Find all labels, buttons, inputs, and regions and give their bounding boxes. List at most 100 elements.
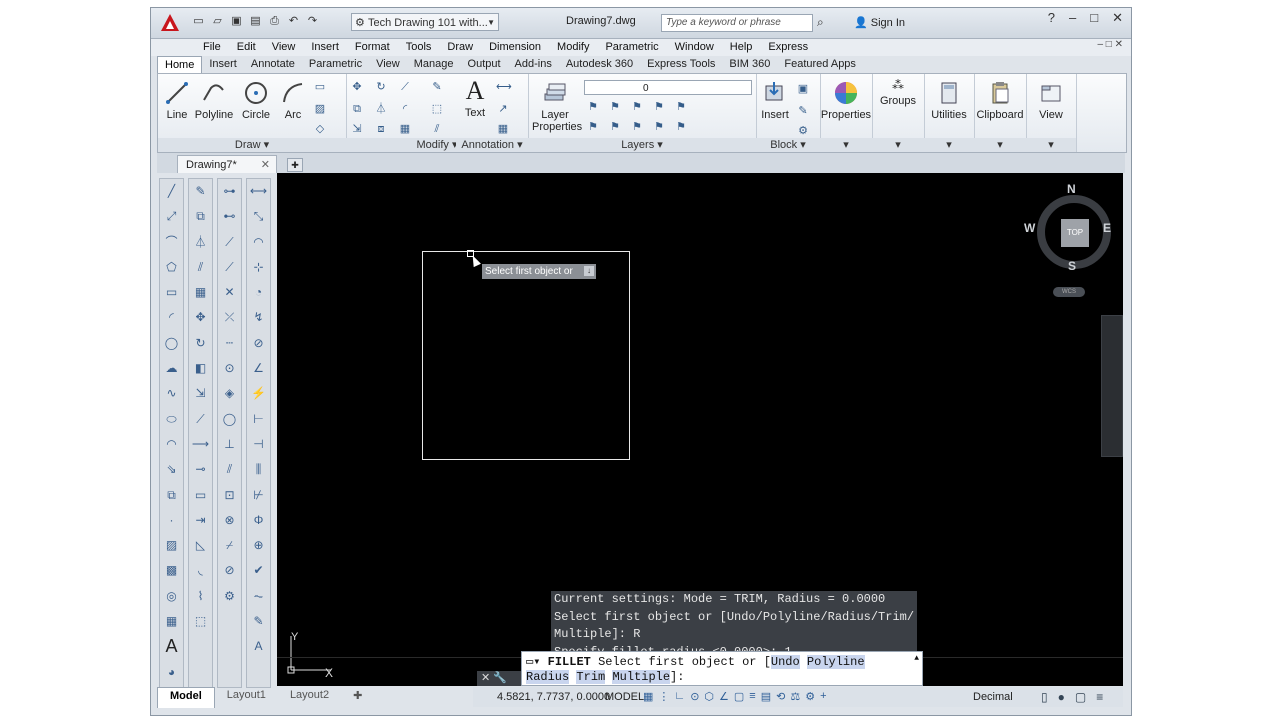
scale-icon[interactable]: ⧈ xyxy=(374,122,388,136)
layers-panel-label[interactable]: Layers ▾ xyxy=(528,138,756,152)
polyline-button[interactable]: Polyline xyxy=(194,80,234,121)
wrench-icon[interactable]: 🔧 xyxy=(493,672,507,684)
lineweight-icon[interactable]: ≡ xyxy=(749,690,755,703)
snap-endpoint-icon[interactable]: ⟋ xyxy=(218,230,241,255)
rectangle-icon[interactable]: ▭ xyxy=(160,280,183,305)
undo-icon[interactable]: ↶ xyxy=(286,14,301,29)
layer-dropdown[interactable]: 0 xyxy=(584,80,752,95)
navigation-bar[interactable] xyxy=(1101,315,1123,457)
block-panel-label[interactable]: Block ▾ xyxy=(756,138,820,152)
inspection-icon[interactable]: ✔ xyxy=(247,558,270,583)
offset-icon[interactable]: ⫽ xyxy=(430,122,444,136)
snap-quadrant-icon[interactable]: ◈ xyxy=(218,381,241,406)
center-mark-icon[interactable]: ⊕ xyxy=(247,533,270,558)
osnap-settings-icon[interactable]: ⚙ xyxy=(218,584,241,609)
jogged-dimension-icon[interactable]: ↯ xyxy=(247,305,270,330)
quick-properties-icon[interactable]: ▯ xyxy=(1041,690,1048,704)
menu-express[interactable]: Express xyxy=(760,39,816,56)
option-trim[interactable]: Trim xyxy=(576,670,606,684)
snap-perpendicular-icon[interactable]: ⊥ xyxy=(218,432,241,457)
tab-view[interactable]: View xyxy=(369,56,407,73)
properties-button[interactable]: Properties xyxy=(820,80,872,121)
ellipse-icon[interactable]: ⬭ xyxy=(160,407,183,432)
units-dropdown[interactable]: Decimal xyxy=(973,691,1013,703)
array-icon[interactable]: ▦ xyxy=(189,280,212,305)
plot-icon[interactable]: ⎙ xyxy=(267,14,282,29)
arc-length-icon[interactable]: ◠ xyxy=(247,230,270,255)
compass-south[interactable]: S xyxy=(1068,259,1076,273)
tolerance-icon[interactable]: Φ xyxy=(247,508,270,533)
polygon-icon[interactable]: ⬠ xyxy=(160,255,183,280)
snap-from-icon[interactable]: ⊷ xyxy=(218,204,241,229)
layer-tool-icon[interactable]: ⚑ xyxy=(586,100,600,114)
clipboard-expander[interactable]: ▾ xyxy=(974,138,1026,152)
tab-add-ins[interactable]: Add-ins xyxy=(508,56,559,73)
text-button[interactable]: A Text xyxy=(460,78,490,120)
tab-parametric[interactable]: Parametric xyxy=(302,56,369,73)
dimension-space-icon[interactable]: ⫼ xyxy=(247,457,270,482)
radius-dimension-icon[interactable]: ◔ xyxy=(247,280,270,305)
snap-insert-icon[interactable]: ⊡ xyxy=(218,483,241,508)
menu-tools[interactable]: Tools xyxy=(398,39,440,56)
option-radius[interactable]: Radius xyxy=(526,670,570,684)
polar-icon[interactable]: ⊙ xyxy=(690,690,699,703)
temporary-track-icon[interactable]: ⊶ xyxy=(218,179,241,204)
layer-tool-icon[interactable]: ⚑ xyxy=(630,100,644,114)
layer-properties-button[interactable]: Layer Properties xyxy=(532,80,582,133)
workspace-dropdown[interactable]: ⚙ Tech Drawing 101 with... ▼ xyxy=(351,13,499,31)
compass-west[interactable]: W xyxy=(1024,221,1035,235)
create-block-icon[interactable]: ▣ xyxy=(796,82,810,96)
layer-tool-icon[interactable]: ⚑ xyxy=(674,120,688,134)
tab-manage[interactable]: Manage xyxy=(407,56,461,73)
insert-block-icon[interactable]: ⇘ xyxy=(160,457,183,482)
angular-dimension-icon[interactable]: ∠ xyxy=(247,356,270,381)
arc-icon[interactable]: ◜ xyxy=(160,305,183,330)
snap-none-icon[interactable]: ⊘ xyxy=(218,558,241,583)
layer-tool-icon[interactable]: ⚑ xyxy=(608,100,622,114)
sign-in-button[interactable]: 👤 Sign In xyxy=(854,16,905,29)
menu-insert[interactable]: Insert xyxy=(303,39,347,56)
gradient-icon[interactable]: ▩ xyxy=(160,558,183,583)
chevron-down-icon[interactable]: ↓ xyxy=(584,266,594,276)
search-input[interactable]: Type a keyword or phrase xyxy=(661,14,813,32)
dimension-break-icon[interactable]: ⊬ xyxy=(247,483,270,508)
command-line-handle[interactable]: ✕ 🔧 xyxy=(477,671,521,686)
clipboard-button[interactable]: Clipboard xyxy=(974,80,1026,121)
region-icon[interactable]: ◎ xyxy=(160,584,183,609)
rotate-icon[interactable]: ↻ xyxy=(189,331,212,356)
tab-home[interactable]: Home xyxy=(157,56,203,73)
polyline-icon[interactable]: ⌒ xyxy=(160,230,183,255)
chamfer-icon[interactable]: ◺ xyxy=(189,533,212,558)
snap-icon[interactable]: ⋮ xyxy=(658,690,669,703)
maximize-button[interactable]: □ xyxy=(1090,10,1098,26)
arc-button[interactable]: Arc xyxy=(278,80,308,121)
aligned-dimension-icon[interactable]: ⤡ xyxy=(247,204,270,229)
ortho-icon[interactable]: ∟ xyxy=(674,690,685,703)
line-button[interactable]: Line xyxy=(162,80,192,121)
tab-featured-apps[interactable]: Featured Apps xyxy=(777,56,863,73)
table-icon[interactable]: ▦ xyxy=(496,122,510,136)
wcs-menu[interactable]: WCS xyxy=(1053,287,1085,297)
annotation-scale-icon[interactable]: ⚖ xyxy=(790,690,800,703)
continue-icon[interactable]: ⊣ xyxy=(247,432,270,457)
dimension-edit-icon[interactable]: ✎ xyxy=(247,609,270,634)
utilities-expander[interactable]: ▾ xyxy=(924,138,974,152)
snap-node-icon[interactable]: ⊗ xyxy=(218,508,241,533)
menu-view[interactable]: View xyxy=(264,39,304,56)
compass-north[interactable]: N xyxy=(1067,182,1076,196)
isodraft-icon[interactable]: ⬡ xyxy=(704,690,714,703)
properties-expander[interactable]: ▾ xyxy=(820,138,872,152)
tab-layout2[interactable]: Layout2 xyxy=(278,687,341,707)
revision-cloud-icon[interactable]: ☁ xyxy=(160,356,183,381)
line-icon[interactable]: ╱ xyxy=(160,179,183,204)
menu-help[interactable]: Help xyxy=(722,39,761,56)
menu-dimension[interactable]: Dimension xyxy=(481,39,549,56)
save-as-icon[interactable]: ▤ xyxy=(248,14,263,29)
ordinate-dimension-icon[interactable]: ⊹ xyxy=(247,255,270,280)
tab-express-tools[interactable]: Express Tools xyxy=(640,56,722,73)
customization-menu-icon[interactable]: ≡ xyxy=(1096,690,1103,704)
new-layout-button[interactable]: ✚ xyxy=(341,687,374,707)
minimize-button[interactable]: – xyxy=(1069,10,1076,26)
layer-tool-icon[interactable]: ⚑ xyxy=(630,120,644,134)
model-space-button[interactable]: MODEL xyxy=(605,691,644,703)
